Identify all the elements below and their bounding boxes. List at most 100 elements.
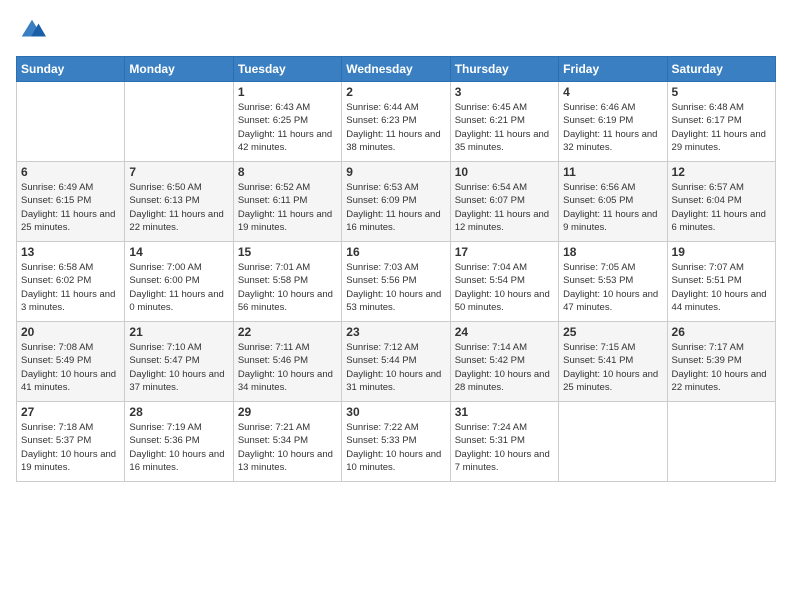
weekday-header-friday: Friday <box>559 57 667 82</box>
day-number: 27 <box>21 405 120 419</box>
day-info: Sunrise: 6:56 AM Sunset: 6:05 PM Dayligh… <box>563 181 662 234</box>
day-info: Sunrise: 7:22 AM Sunset: 5:33 PM Dayligh… <box>346 421 445 474</box>
day-info: Sunrise: 7:07 AM Sunset: 5:51 PM Dayligh… <box>672 261 771 314</box>
day-cell-3: 3 Sunrise: 6:45 AM Sunset: 6:21 PM Daylig… <box>450 82 558 162</box>
day-cell-29: 29 Sunrise: 7:21 AM Sunset: 5:34 PM Dayli… <box>233 402 341 482</box>
day-number: 20 <box>21 325 120 339</box>
day-number: 4 <box>563 85 662 99</box>
calendar-table: SundayMondayTuesdayWednesdayThursdayFrid… <box>16 56 776 482</box>
weekday-header-tuesday: Tuesday <box>233 57 341 82</box>
day-cell-10: 10Sunrise: 6:54 AM Sunset: 6:07 PM Dayli… <box>450 162 558 242</box>
day-info: Sunrise: 6:54 AM Sunset: 6:07 PM Dayligh… <box>455 181 554 234</box>
weekday-header-thursday: Thursday <box>450 57 558 82</box>
day-cell-27: 27 Sunrise: 7:18 AM Sunset: 5:37 PM Dayli… <box>17 402 125 482</box>
day-info: Sunrise: 6:45 AM Sunset: 6:21 PM Dayligh… <box>455 101 554 154</box>
day-cell-22: 22 Sunrise: 7:11 AM Sunset: 5:46 PM Dayli… <box>233 322 341 402</box>
day-number: 7 <box>129 165 228 179</box>
day-number: 18 <box>563 245 662 259</box>
day-number: 24 <box>455 325 554 339</box>
day-cell-31: 31 Sunrise: 7:24 AM Sunset: 5:31 PM Dayli… <box>450 402 558 482</box>
day-info: Sunrise: 7:03 AM Sunset: 5:56 PM Dayligh… <box>346 261 445 314</box>
day-cell-4: 4Sunrise: 6:46 AM Sunset: 6:19 PM Daylig… <box>559 82 667 162</box>
day-number: 5 <box>672 85 771 99</box>
weekday-header-monday: Monday <box>125 57 233 82</box>
day-cell-14: 14 Sunrise: 7:00 AM Sunset: 6:00 PM Dayli… <box>125 242 233 322</box>
day-cell-19: 19Sunrise: 7:07 AM Sunset: 5:51 PM Dayli… <box>667 242 775 322</box>
day-cell-30: 30 Sunrise: 7:22 AM Sunset: 5:33 PM Dayli… <box>342 402 450 482</box>
day-number: 2 <box>346 85 445 99</box>
day-info: Sunrise: 7:11 AM Sunset: 5:46 PM Dayligh… <box>238 341 337 394</box>
weekday-header-sunday: Sunday <box>17 57 125 82</box>
day-number: 22 <box>238 325 337 339</box>
week-row-2: 6 Sunrise: 6:49 AM Sunset: 6:15 PM Daylig… <box>17 162 776 242</box>
day-number: 3 <box>455 85 554 99</box>
day-info: Sunrise: 6:49 AM Sunset: 6:15 PM Dayligh… <box>21 181 120 234</box>
day-number: 30 <box>346 405 445 419</box>
day-cell-28: 28 Sunrise: 7:19 AM Sunset: 5:36 PM Dayli… <box>125 402 233 482</box>
logo-icon <box>18 16 46 44</box>
day-cell-26: 26 Sunrise: 7:17 AM Sunset: 5:39 PM Dayli… <box>667 322 775 402</box>
empty-cell <box>559 402 667 482</box>
day-number: 26 <box>672 325 771 339</box>
day-info: Sunrise: 7:00 AM Sunset: 6:00 PM Dayligh… <box>129 261 228 314</box>
day-number: 29 <box>238 405 337 419</box>
day-cell-7: 7 Sunrise: 6:50 AM Sunset: 6:13 PM Daylig… <box>125 162 233 242</box>
day-info: Sunrise: 7:17 AM Sunset: 5:39 PM Dayligh… <box>672 341 771 394</box>
day-number: 25 <box>563 325 662 339</box>
day-number: 12 <box>672 165 771 179</box>
week-row-3: 13Sunrise: 6:58 AM Sunset: 6:02 PM Dayli… <box>17 242 776 322</box>
day-cell-16: 16 Sunrise: 7:03 AM Sunset: 5:56 PM Dayli… <box>342 242 450 322</box>
week-row-5: 27 Sunrise: 7:18 AM Sunset: 5:37 PM Dayli… <box>17 402 776 482</box>
day-cell-17: 17 Sunrise: 7:04 AM Sunset: 5:54 PM Dayli… <box>450 242 558 322</box>
page-header <box>16 16 776 44</box>
day-info: Sunrise: 7:04 AM Sunset: 5:54 PM Dayligh… <box>455 261 554 314</box>
day-number: 16 <box>346 245 445 259</box>
empty-cell <box>17 82 125 162</box>
day-number: 1 <box>238 85 337 99</box>
day-number: 23 <box>346 325 445 339</box>
day-info: Sunrise: 6:43 AM Sunset: 6:25 PM Dayligh… <box>238 101 337 154</box>
day-number: 8 <box>238 165 337 179</box>
day-number: 11 <box>563 165 662 179</box>
day-info: Sunrise: 7:08 AM Sunset: 5:49 PM Dayligh… <box>21 341 120 394</box>
empty-cell <box>125 82 233 162</box>
day-number: 6 <box>21 165 120 179</box>
week-row-1: 1 Sunrise: 6:43 AM Sunset: 6:25 PM Daylig… <box>17 82 776 162</box>
day-info: Sunrise: 7:15 AM Sunset: 5:41 PM Dayligh… <box>563 341 662 394</box>
day-cell-18: 18 Sunrise: 7:05 AM Sunset: 5:53 PM Dayli… <box>559 242 667 322</box>
day-info: Sunrise: 6:57 AM Sunset: 6:04 PM Dayligh… <box>672 181 771 234</box>
day-cell-12: 12 Sunrise: 6:57 AM Sunset: 6:04 PM Dayli… <box>667 162 775 242</box>
day-info: Sunrise: 7:24 AM Sunset: 5:31 PM Dayligh… <box>455 421 554 474</box>
day-info: Sunrise: 6:50 AM Sunset: 6:13 PM Dayligh… <box>129 181 228 234</box>
day-cell-11: 11 Sunrise: 6:56 AM Sunset: 6:05 PM Dayli… <box>559 162 667 242</box>
day-cell-25: 25 Sunrise: 7:15 AM Sunset: 5:41 PM Dayli… <box>559 322 667 402</box>
day-number: 14 <box>129 245 228 259</box>
day-info: Sunrise: 6:48 AM Sunset: 6:17 PM Dayligh… <box>672 101 771 154</box>
day-number: 21 <box>129 325 228 339</box>
day-info: Sunrise: 7:21 AM Sunset: 5:34 PM Dayligh… <box>238 421 337 474</box>
day-info: Sunrise: 7:10 AM Sunset: 5:47 PM Dayligh… <box>129 341 228 394</box>
day-info: Sunrise: 6:53 AM Sunset: 6:09 PM Dayligh… <box>346 181 445 234</box>
day-info: Sunrise: 7:19 AM Sunset: 5:36 PM Dayligh… <box>129 421 228 474</box>
day-cell-13: 13Sunrise: 6:58 AM Sunset: 6:02 PM Dayli… <box>17 242 125 322</box>
day-cell-1: 1 Sunrise: 6:43 AM Sunset: 6:25 PM Daylig… <box>233 82 341 162</box>
day-cell-8: 8 Sunrise: 6:52 AM Sunset: 6:11 PM Daylig… <box>233 162 341 242</box>
day-cell-6: 6 Sunrise: 6:49 AM Sunset: 6:15 PM Daylig… <box>17 162 125 242</box>
calendar-header-row: SundayMondayTuesdayWednesdayThursdayFrid… <box>17 57 776 82</box>
day-cell-15: 15Sunrise: 7:01 AM Sunset: 5:58 PM Dayli… <box>233 242 341 322</box>
day-number: 28 <box>129 405 228 419</box>
day-info: Sunrise: 7:18 AM Sunset: 5:37 PM Dayligh… <box>21 421 120 474</box>
day-number: 17 <box>455 245 554 259</box>
weekday-header-wednesday: Wednesday <box>342 57 450 82</box>
day-cell-24: 24Sunrise: 7:14 AM Sunset: 5:42 PM Dayli… <box>450 322 558 402</box>
day-info: Sunrise: 6:52 AM Sunset: 6:11 PM Dayligh… <box>238 181 337 234</box>
day-cell-9: 9 Sunrise: 6:53 AM Sunset: 6:09 PM Daylig… <box>342 162 450 242</box>
day-cell-5: 5 Sunrise: 6:48 AM Sunset: 6:17 PM Daylig… <box>667 82 775 162</box>
empty-cell <box>667 402 775 482</box>
day-number: 9 <box>346 165 445 179</box>
weekday-header-saturday: Saturday <box>667 57 775 82</box>
day-info: Sunrise: 7:05 AM Sunset: 5:53 PM Dayligh… <box>563 261 662 314</box>
day-info: Sunrise: 6:44 AM Sunset: 6:23 PM Dayligh… <box>346 101 445 154</box>
day-number: 31 <box>455 405 554 419</box>
day-cell-21: 21 Sunrise: 7:10 AM Sunset: 5:47 PM Dayli… <box>125 322 233 402</box>
